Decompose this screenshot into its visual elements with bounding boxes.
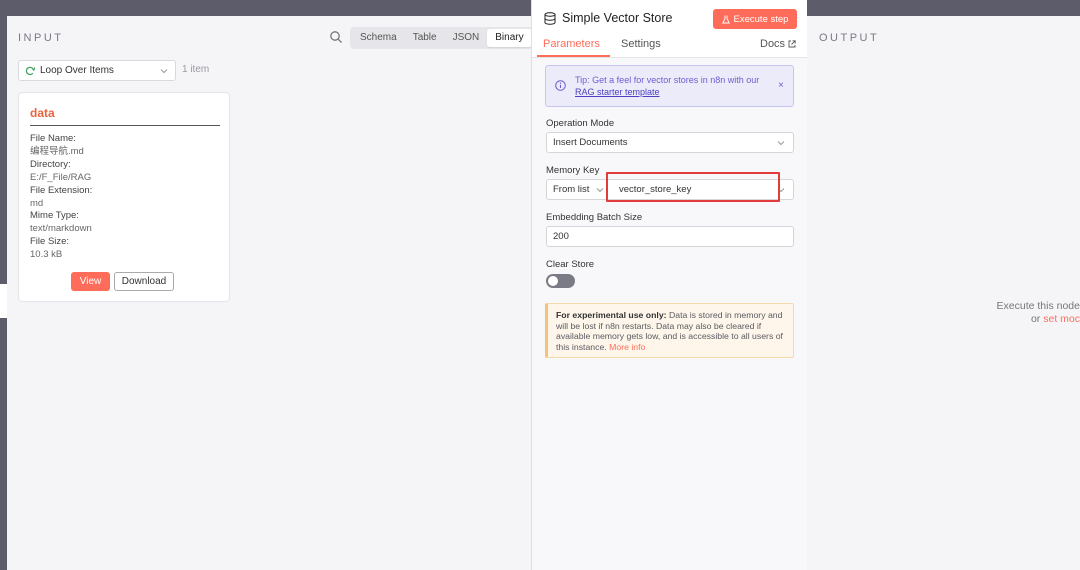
loop-icon — [25, 66, 35, 75]
chevron-down-icon — [777, 188, 785, 193]
toggle-knob — [548, 276, 558, 286]
file-metadata-list: File Name: 编程导航.md Directory: E:/F_File/… — [30, 133, 92, 262]
operation-mode-label: Operation Mode — [546, 118, 615, 129]
output-empty-hint: Execute this node or set moc — [997, 300, 1080, 326]
external-link-icon — [788, 40, 796, 48]
item-count: 1 item — [182, 64, 210, 75]
execute-step-label: Execute step — [733, 13, 789, 25]
execute-step-button[interactable]: Execute step — [713, 9, 797, 29]
meta-label: File Extension: — [30, 184, 93, 196]
chevron-down-icon — [160, 69, 168, 74]
rag-template-link[interactable]: RAG starter template — [575, 87, 660, 97]
output-hint-line: Execute this node — [996, 300, 1080, 312]
memory-key-mode-value: From list — [553, 184, 590, 195]
canvas-node-edge — [0, 284, 7, 318]
meta-label: Directory: — [30, 158, 71, 170]
flask-icon — [721, 15, 730, 23]
chevron-down-icon — [777, 141, 785, 146]
tab-json[interactable]: JSON — [445, 29, 488, 47]
memory-key-mode-select[interactable]: From list — [546, 179, 608, 200]
clear-store-toggle[interactable] — [546, 274, 575, 288]
tab-schema[interactable]: Schema — [352, 29, 405, 47]
experimental-warning: For experimental use only: Data is store… — [545, 303, 794, 358]
parameters-body: Tip: Get a feel for vector stores in n8n… — [532, 58, 807, 570]
meta-label: Mime Type: — [30, 210, 79, 222]
output-panel: OUTPUT Execute this node or set moc — [806, 16, 1080, 570]
chevron-down-icon — [596, 188, 604, 193]
tip-text: Tip: Get a feel for vector stores in n8n… — [575, 75, 765, 98]
meta-value: E:/F_File/RAG — [30, 171, 92, 183]
node-name[interactable]: Simple Vector Store — [562, 11, 672, 25]
output-hint-or: or — [1030, 313, 1044, 325]
node-header: Simple Vector Store Execute step Paramet… — [532, 0, 807, 58]
tab-parameters[interactable]: Parameters — [543, 38, 600, 50]
node-settings-panel: Simple Vector Store Execute step Paramet… — [531, 0, 807, 570]
input-node-select[interactable]: Loop Over Items — [18, 60, 176, 81]
view-mode-tabs: Schema Table JSON Binary — [350, 27, 534, 49]
tip-message: Tip: Get a feel for vector stores in n8n… — [575, 75, 760, 85]
active-tab-indicator — [537, 55, 610, 57]
tab-binary[interactable]: Binary — [487, 29, 532, 47]
meta-value: md — [30, 197, 44, 209]
input-panel-title: INPUT — [18, 32, 64, 44]
database-icon — [544, 12, 556, 25]
close-icon[interactable]: × — [778, 80, 784, 91]
operation-mode-select[interactable]: Insert Documents — [546, 132, 794, 153]
tip-callout: Tip: Get a feel for vector stores in n8n… — [545, 65, 794, 107]
binary-data-card: data File Name: 编程导航.md Directory: E:/F_… — [18, 92, 230, 302]
meta-value: text/markdown — [30, 223, 92, 235]
meta-value: 编程导航.md — [30, 145, 84, 157]
divider — [30, 125, 220, 126]
operation-mode-value: Insert Documents — [553, 137, 628, 148]
tab-settings[interactable]: Settings — [621, 38, 661, 50]
meta-label: File Name: — [30, 133, 76, 144]
set-mock-data-link[interactable]: set moc — [1043, 313, 1080, 325]
memory-key-input[interactable]: vector_store_key — [607, 179, 794, 200]
info-icon — [555, 80, 566, 91]
binary-data-title: data — [30, 106, 55, 120]
warning-text: For experimental use only: Data is store… — [556, 310, 789, 353]
output-hint-line-2: or set moc — [997, 313, 1080, 326]
input-node-select-value: Loop Over Items — [40, 65, 114, 76]
card-actions: View Download — [71, 272, 174, 291]
input-panel: INPUT Schema Table JSON Binary Loop Over… — [7, 16, 534, 570]
memory-key-value: vector_store_key — [619, 184, 692, 195]
clear-store-label: Clear Store — [546, 259, 595, 270]
output-panel-title: OUTPUT — [819, 32, 880, 44]
download-button[interactable]: Download — [114, 272, 174, 291]
docs-link[interactable]: Docs — [760, 38, 796, 50]
tab-table[interactable]: Table — [405, 29, 445, 47]
batch-size-value: 200 — [553, 231, 569, 242]
memory-key-label: Memory Key — [546, 165, 600, 176]
meta-label: File Size: — [30, 236, 70, 248]
batch-size-input[interactable]: 200 — [546, 226, 794, 247]
view-button[interactable]: View — [71, 272, 110, 291]
batch-size-label: Embedding Batch Size — [546, 212, 643, 223]
meta-value: 10.3 kB — [30, 249, 63, 261]
docs-label: Docs — [760, 38, 786, 50]
more-info-link[interactable]: More info — [609, 342, 645, 352]
search-icon[interactable] — [329, 30, 343, 44]
warning-bold: For experimental use only: — [556, 310, 667, 320]
